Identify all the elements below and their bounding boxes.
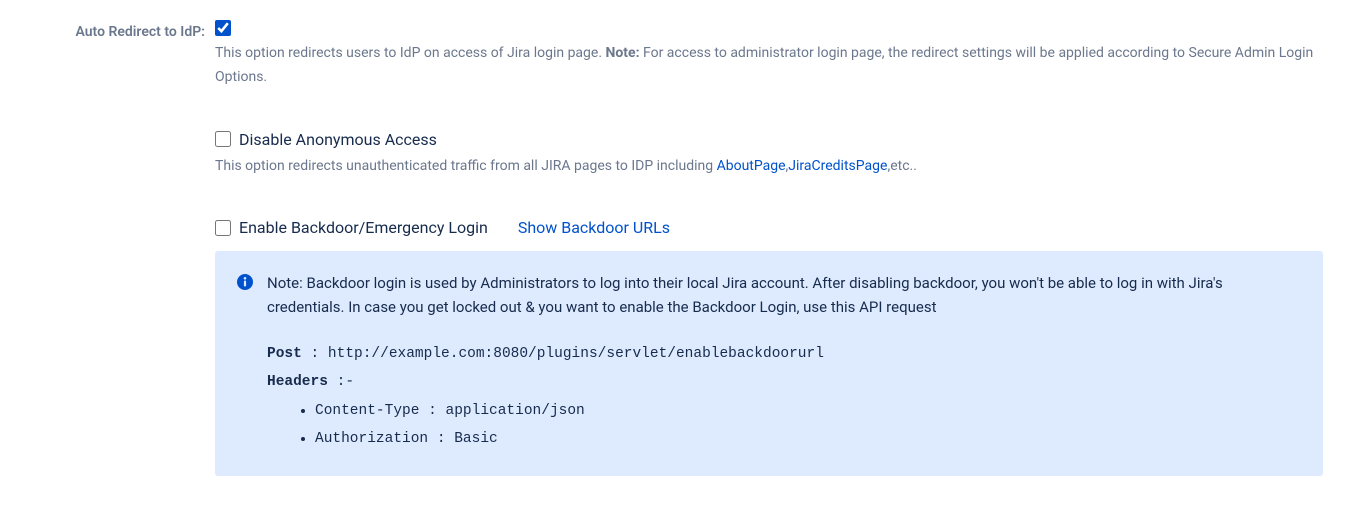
show-backdoor-urls-link[interactable]: Show Backdoor URLs: [518, 218, 670, 237]
disable-anonymous-help: This option redirects unauthenticated tr…: [215, 155, 1323, 179]
backdoor-note-text: Note: Backdoor login is used by Administ…: [267, 271, 1301, 319]
disable-anonymous-label: Disable Anonymous Access: [239, 130, 437, 149]
backdoor-api-block: Post : http://example.com:8080/plugins/s…: [267, 341, 1301, 396]
jira-credits-page-link[interactable]: JiraCreditsPage: [788, 158, 887, 174]
header-item: Authorization : Basic: [315, 426, 1301, 454]
disable-anonymous-checkbox[interactable]: [215, 131, 231, 147]
header-item: Content-Type : application/json: [315, 398, 1301, 426]
auto-redirect-checkbox[interactable]: [215, 20, 231, 36]
about-page-link[interactable]: AboutPage: [717, 158, 786, 174]
enable-backdoor-checkbox[interactable]: [215, 220, 231, 236]
info-icon: [237, 274, 253, 290]
backdoor-headers-list: Content-Type : application/json Authoriz…: [267, 398, 1301, 453]
auto-redirect-help: This option redirects users to IdP on ac…: [215, 42, 1323, 90]
auto-redirect-label: Auto Redirect to IdP:: [30, 20, 215, 40]
enable-backdoor-label: Enable Backdoor/Emergency Login: [239, 218, 488, 237]
backdoor-info-panel: Note: Backdoor login is used by Administ…: [215, 251, 1323, 475]
